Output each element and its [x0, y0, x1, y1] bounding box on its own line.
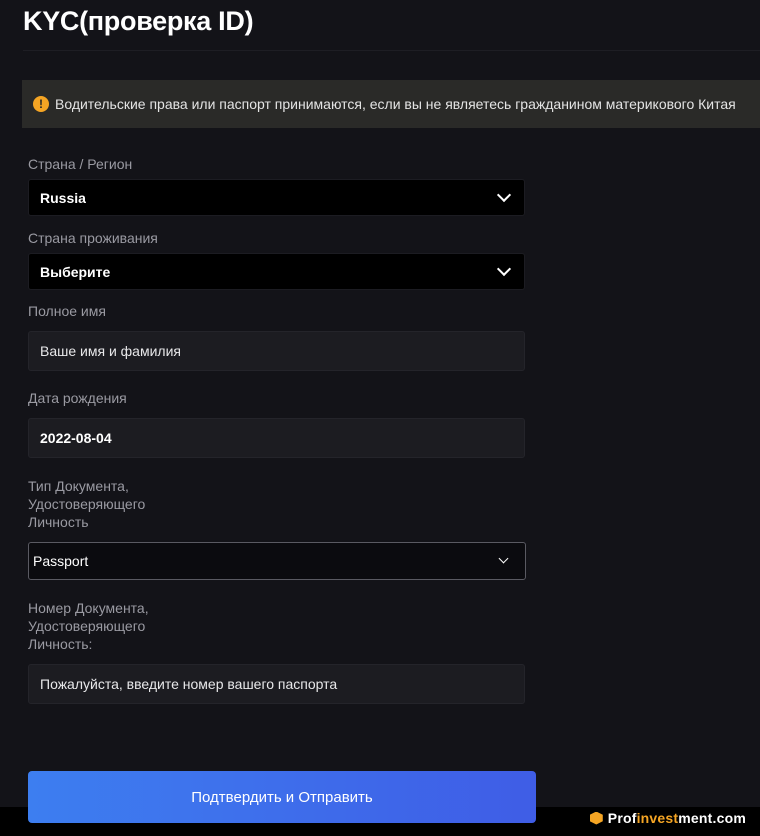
- title-divider: [23, 50, 760, 51]
- country-label: Страна / Регион: [28, 156, 133, 172]
- watermark-text-1: Prof: [607, 810, 637, 826]
- page-title: KYC(проверка ID): [23, 6, 254, 36]
- fullname-label: Полное имя: [28, 303, 106, 319]
- doc-type-label-line: Тип Документа,: [28, 478, 129, 494]
- watermark-text-2: invest: [636, 810, 679, 826]
- submit-button[interactable]: Подтвердить и Отправить: [28, 771, 536, 823]
- doc-type-select-value: Passport: [33, 553, 89, 569]
- doc-number-label-line: Удостоверяющего: [28, 618, 146, 634]
- doc-number-input[interactable]: Пожалуйста, введите номер вашего паспорт…: [28, 664, 525, 704]
- doc-number-label-line: Номер Документа,: [28, 600, 149, 616]
- watermark-text-3: ment.com: [678, 810, 746, 826]
- country-select[interactable]: Russia: [28, 179, 525, 216]
- notice-text: Водительские права или паспорт принимают…: [55, 96, 736, 112]
- doc-number-label: Номер Документа, Удостоверяющего Личност…: [28, 599, 149, 653]
- doc-type-label: Тип Документа, Удостоверяющего Личность: [28, 477, 145, 531]
- doc-type-label-line: Личность: [28, 514, 89, 530]
- dob-label: Дата рождения: [28, 390, 127, 406]
- watermark: Prof invest ment.com: [589, 808, 746, 828]
- residence-select[interactable]: Выберите: [28, 253, 525, 290]
- doc-type-select[interactable]: Passport: [28, 542, 526, 580]
- warning-icon: !: [33, 96, 49, 112]
- chevron-down-icon: [496, 261, 512, 276]
- country-select-value: Russia: [40, 189, 86, 206]
- doc-number-label-line: Личность:: [28, 636, 93, 652]
- fullname-input[interactable]: Ваше имя и фамилия: [28, 331, 525, 371]
- chevron-down-icon: [496, 187, 512, 202]
- doc-type-label-line: Удостоверяющего: [28, 496, 146, 512]
- chevron-down-icon: [498, 553, 509, 563]
- notice-banner: ! Водительские права или паспорт принима…: [22, 80, 760, 128]
- watermark-logo-icon: [589, 811, 603, 825]
- residence-label: Страна проживания: [28, 230, 158, 246]
- residence-select-value: Выберите: [40, 263, 111, 280]
- dob-input[interactable]: 2022-08-04: [28, 418, 525, 458]
